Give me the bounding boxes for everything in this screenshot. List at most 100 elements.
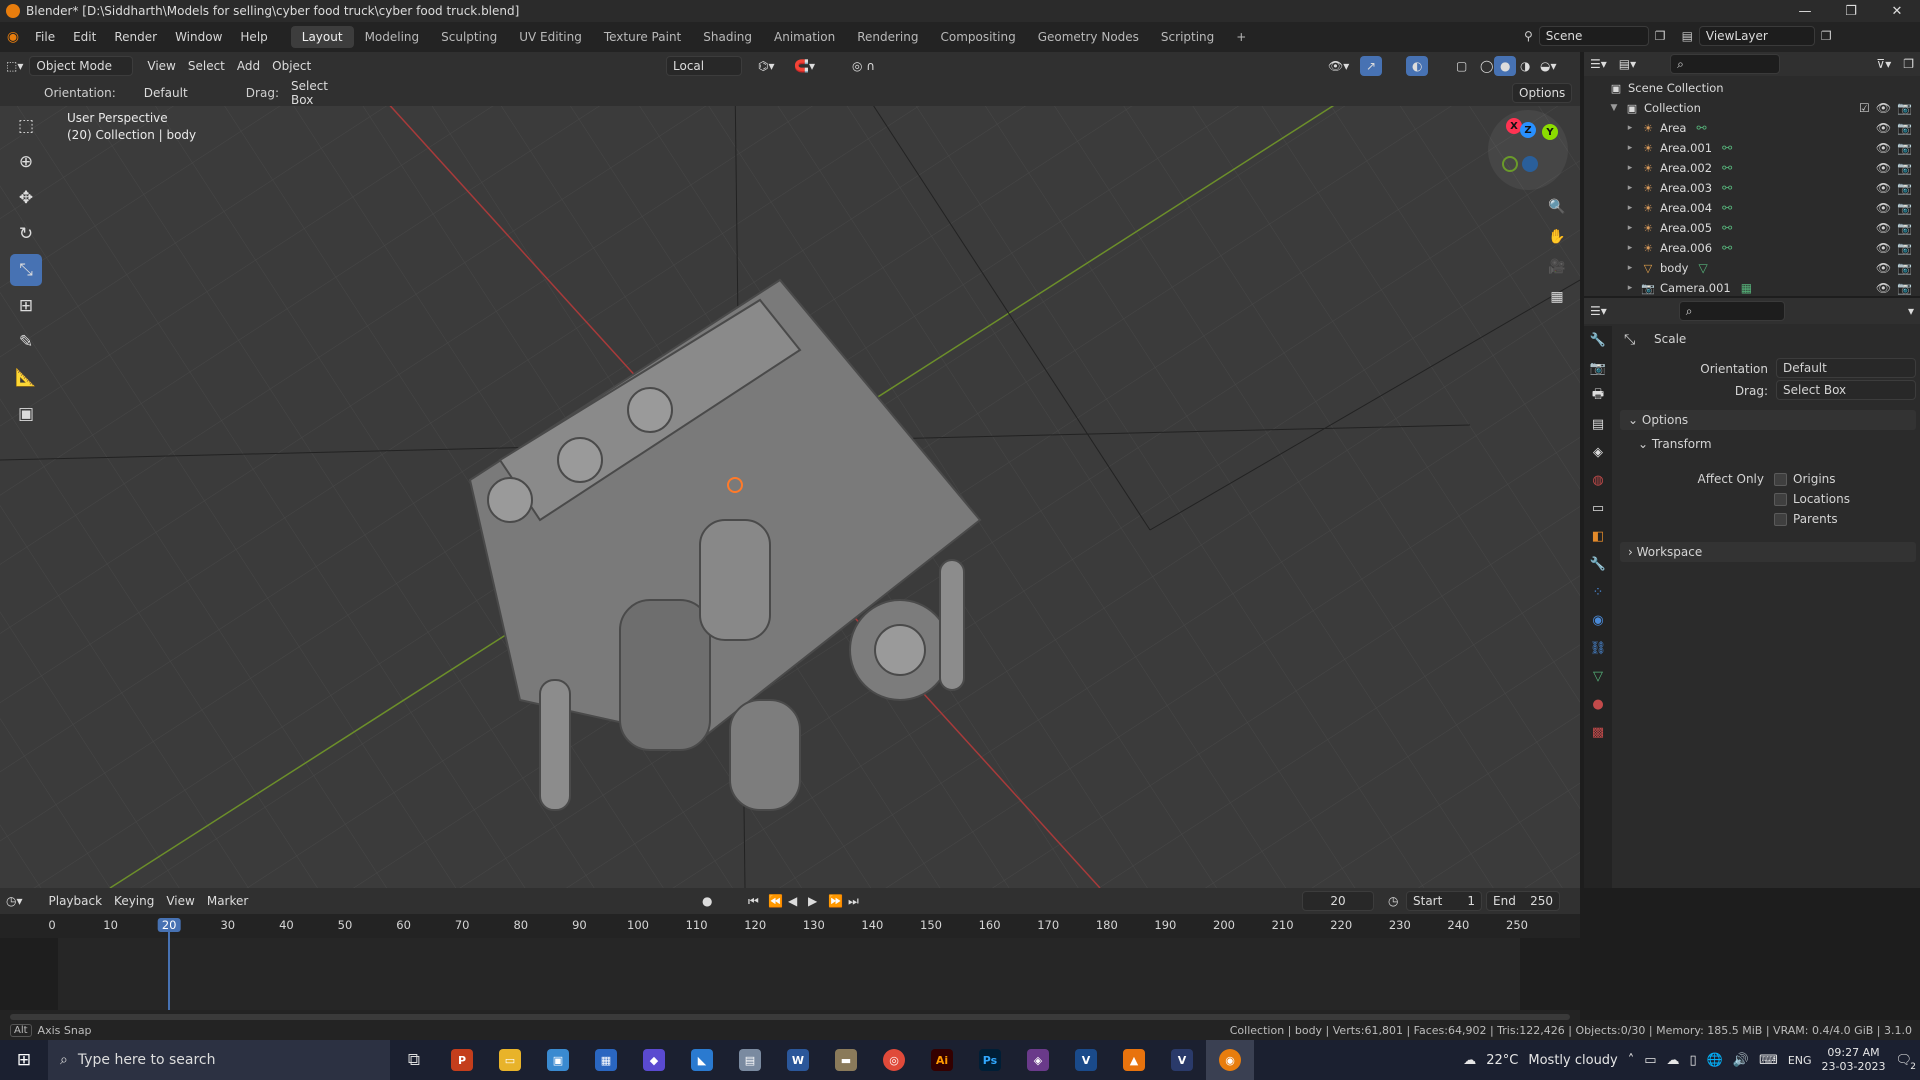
object-tab-icon[interactable]: ◧ bbox=[1584, 522, 1612, 550]
expand-arrow-icon[interactable]: ▸ bbox=[1624, 223, 1636, 233]
outliner-item[interactable]: ▸ ☀ Area.004 ⚯ 👁 📷 bbox=[1584, 198, 1920, 218]
visibility-eye-icon[interactable]: 👁 bbox=[1876, 241, 1891, 255]
playhead-line[interactable] bbox=[168, 918, 171, 1010]
weather-icon[interactable]: ☁ bbox=[1463, 1053, 1476, 1068]
tool-tab-icon[interactable]: 🔧 bbox=[1584, 326, 1612, 354]
app-icon-2[interactable]: ◆ bbox=[630, 1040, 678, 1080]
scene-tab-icon[interactable]: ◈ bbox=[1584, 438, 1612, 466]
gizmo-neg-y-axis[interactable] bbox=[1502, 156, 1518, 172]
camera-view-icon[interactable]: 🎥 bbox=[1545, 255, 1569, 279]
object-data-icon[interactable]: ▽ bbox=[1698, 261, 1707, 275]
taskbar-search-box[interactable]: ⌕ Type here to search bbox=[48, 1040, 390, 1080]
jump-end-icon[interactable]: ⏭ bbox=[842, 891, 865, 911]
auto-keying-icon[interactable]: ● bbox=[696, 891, 718, 911]
scene-icon[interactable]: ⚲ bbox=[1524, 29, 1533, 43]
visibility-eye-icon[interactable]: 👁 bbox=[1876, 141, 1891, 155]
mode-selector[interactable]: Object Mode bbox=[29, 56, 134, 76]
outliner-item[interactable]: ▸ ☀ Area ⚯ 👁 📷 bbox=[1584, 118, 1920, 138]
tab-compositing[interactable]: Compositing bbox=[929, 26, 1026, 48]
gizmo-y-axis[interactable]: Y bbox=[1542, 124, 1558, 140]
object-data-icon[interactable]: ⚯ bbox=[1722, 141, 1732, 155]
tab-rendering[interactable]: Rendering bbox=[846, 26, 929, 48]
texture-tab-icon[interactable]: ▩ bbox=[1584, 718, 1612, 746]
play-icon[interactable]: ▶ bbox=[802, 891, 823, 911]
tab-geometry-nodes[interactable]: Geometry Nodes bbox=[1027, 26, 1150, 48]
outliner-item[interactable]: ▸ ☀ Area.003 ⚯ 👁 📷 bbox=[1584, 178, 1920, 198]
add-workspace-button[interactable]: + bbox=[1225, 26, 1257, 48]
gizmo-neg-z-axis[interactable] bbox=[1522, 156, 1538, 172]
add-cube-tool-icon[interactable]: ▣ bbox=[10, 398, 42, 430]
menu-object[interactable]: Object bbox=[266, 56, 317, 76]
ortho-toggle-icon[interactable]: ▦ bbox=[1545, 285, 1569, 309]
render-camera-icon[interactable]: 📷 bbox=[1897, 121, 1912, 135]
tray-chevron-icon[interactable]: ˄ bbox=[1628, 1053, 1635, 1068]
timeline-ruler[interactable]: 0102030405060708090100110120130140150160… bbox=[0, 918, 1580, 938]
move-tool-icon[interactable]: ✥ bbox=[10, 182, 42, 214]
clock[interactable]: 09:27 AM 23-03-2023 bbox=[1822, 1046, 1886, 1074]
notification-icon[interactable]: 🗨 2 bbox=[1895, 1053, 1916, 1072]
expand-arrow-icon[interactable]: ▸ bbox=[1624, 143, 1636, 153]
3d-viewport[interactable]: User Perspective (20) Collection | body … bbox=[0, 80, 1580, 888]
render-camera-icon[interactable]: 📷 bbox=[1897, 241, 1912, 255]
menu-timeline-view[interactable]: View bbox=[160, 891, 200, 911]
rendered-shading-icon[interactable]: ◒▾ bbox=[1534, 56, 1563, 76]
workspace-section-header[interactable]: › Workspace bbox=[1620, 542, 1916, 562]
properties-editor-type-icon[interactable]: ☰▾ bbox=[1584, 301, 1613, 321]
properties-search-input[interactable]: ⌕ bbox=[1678, 301, 1785, 321]
render-camera-icon[interactable]: 📷 bbox=[1897, 281, 1912, 295]
store-icon[interactable]: ▦ bbox=[582, 1040, 630, 1080]
viewlayer-selector[interactable]: ViewLayer bbox=[1698, 26, 1815, 46]
snap-icon[interactable]: 🧲▾ bbox=[788, 56, 821, 76]
display-mode-icon[interactable]: ▤▾ bbox=[1613, 54, 1642, 74]
menu-edit[interactable]: Edit bbox=[64, 30, 105, 44]
new-viewlayer-icon[interactable]: ❐ bbox=[1821, 29, 1832, 43]
pan-hand-icon[interactable]: ✋ bbox=[1545, 225, 1569, 249]
orientation-selector[interactable]: Default bbox=[138, 83, 232, 103]
app-icon-4[interactable]: ▤ bbox=[726, 1040, 774, 1080]
end-frame-field[interactable]: End 250 bbox=[1486, 891, 1560, 911]
navigation-gizmo[interactable]: X Z Y bbox=[1488, 110, 1568, 190]
tab-sculpting[interactable]: Sculpting bbox=[430, 26, 508, 48]
tab-shading[interactable]: Shading bbox=[692, 26, 763, 48]
menu-help[interactable]: Help bbox=[231, 30, 276, 44]
visibility-icon[interactable]: 👁▾ bbox=[1322, 56, 1355, 76]
outliner-collection[interactable]: ▼ ▣ Collection ☑ 👁 📷 bbox=[1584, 98, 1920, 118]
tab-texture-paint[interactable]: Texture Paint bbox=[593, 26, 692, 48]
visibility-eye-icon[interactable]: 👁 bbox=[1876, 281, 1891, 295]
language-indicator[interactable]: ENG bbox=[1788, 1054, 1812, 1067]
select-box-tool-icon[interactable]: ⬚ bbox=[10, 110, 42, 142]
menu-window[interactable]: Window bbox=[166, 30, 231, 44]
prop-drag-selector[interactable]: Select Box bbox=[1776, 380, 1916, 400]
scene-selector[interactable]: Scene bbox=[1538, 26, 1649, 46]
visibility-eye-icon[interactable]: 👁 bbox=[1876, 161, 1891, 175]
object-data-icon[interactable]: ▦ bbox=[1741, 281, 1752, 295]
editor-type-icon[interactable]: ⬚▾ bbox=[0, 56, 29, 76]
outliner-item[interactable]: ▸ 📷 Camera.001 ▦ 👁 📷 bbox=[1584, 278, 1920, 298]
app-icon-1[interactable]: ▣ bbox=[534, 1040, 582, 1080]
expand-arrow-icon[interactable]: ▸ bbox=[1624, 203, 1636, 213]
timeline-track-area[interactable] bbox=[0, 918, 1580, 1010]
blender-taskbar-icon[interactable]: ◉ bbox=[1206, 1040, 1254, 1080]
world-tab-icon[interactable]: ◍ bbox=[1584, 466, 1612, 494]
object-data-icon[interactable]: ⚯ bbox=[1722, 201, 1732, 215]
tab-uv-editing[interactable]: UV Editing bbox=[508, 26, 593, 48]
origins-checkbox[interactable]: Origins bbox=[1774, 472, 1836, 486]
tab-scripting[interactable]: Scripting bbox=[1150, 26, 1225, 48]
volume-icon[interactable]: 🔊 bbox=[1733, 1053, 1749, 1068]
constraints-tab-icon[interactable]: ⛓ bbox=[1584, 634, 1612, 662]
outliner-item[interactable]: ▸ ▽ body ▽ 👁 📷 bbox=[1584, 258, 1920, 278]
locations-checkbox[interactable]: Locations bbox=[1774, 492, 1850, 506]
app-icon-7[interactable]: V bbox=[1062, 1040, 1110, 1080]
chrome-icon[interactable]: ◎ bbox=[870, 1040, 918, 1080]
parents-checkbox[interactable]: Parents bbox=[1774, 512, 1838, 526]
options-dropdown[interactable]: Options bbox=[1512, 83, 1573, 103]
play-reverse-icon[interactable]: ◀ bbox=[782, 891, 803, 911]
drag-selector[interactable]: Select Box bbox=[285, 79, 357, 107]
transform-subsection-header[interactable]: ⌄ Transform bbox=[1630, 434, 1720, 454]
menu-keying[interactable]: Keying bbox=[108, 891, 160, 911]
render-camera-icon[interactable]: 📷 bbox=[1897, 141, 1912, 155]
object-data-icon[interactable]: ⚯ bbox=[1722, 161, 1732, 175]
object-data-icon[interactable]: ⚯ bbox=[1722, 221, 1732, 235]
timeline-editor-type-icon[interactable]: ◷▾ bbox=[0, 891, 29, 911]
overlay-toggle-icon[interactable]: ◐ bbox=[1406, 56, 1429, 76]
